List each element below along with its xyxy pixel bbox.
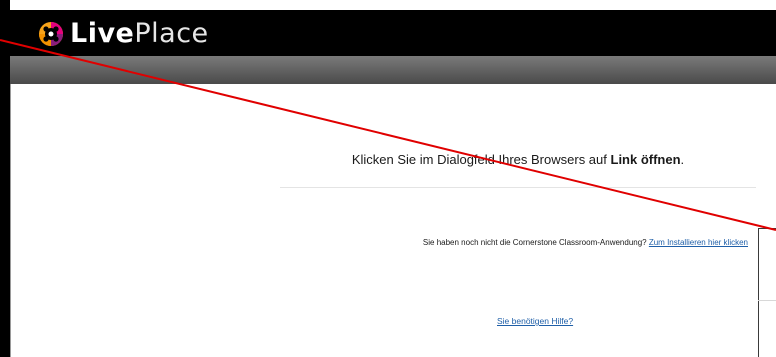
instruction-period: .: [680, 152, 685, 167]
frame-top: [0, 0, 776, 10]
liveplace-wordmark: LivePlace: [70, 19, 209, 49]
page: LivePlace Klicken Sie im Dialogfeld Ihre…: [0, 0, 776, 357]
liveplace-logo: LivePlace: [38, 19, 209, 49]
navigation-subbar: [10, 56, 776, 84]
instruction-text: Klicken Sie im Dialogfeld Ihres Browsers…: [351, 152, 611, 167]
brand-name-live: Live: [70, 18, 135, 49]
header-bar: LivePlace: [10, 10, 776, 56]
instruction-link-open-label: Link öffnen: [610, 152, 681, 167]
window-left-edge: [0, 0, 10, 357]
open-link-instruction: Klicken Sie im Dialogfeld Ihres Browsers…: [280, 152, 756, 167]
section-divider: [280, 187, 756, 188]
brand-name-place: Place: [134, 18, 209, 49]
help-link[interactable]: Sie benötigen Hilfe?: [497, 316, 573, 326]
content-left-border: [10, 84, 11, 357]
install-prompt: Sie haben noch nicht die Cornerstone Cla…: [280, 238, 748, 247]
liveplace-logo-icon: [39, 22, 63, 46]
side-panel-divider: [758, 300, 776, 301]
install-link[interactable]: Zum Installieren hier klicken: [649, 238, 748, 247]
side-panel: [758, 228, 776, 357]
install-prompt-text: Sie haben noch nicht die Cornerstone Cla…: [422, 238, 649, 247]
